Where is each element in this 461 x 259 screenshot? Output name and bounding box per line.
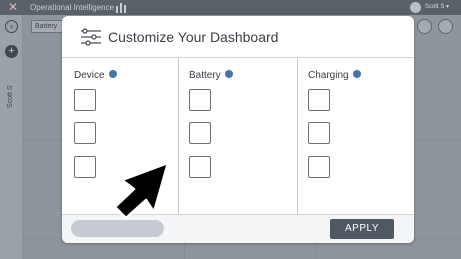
column-title: Charging <box>308 69 361 82</box>
column-device: Device <box>62 58 178 214</box>
checkbox[interactable] <box>189 89 211 111</box>
sidebar-user-label: Scott S <box>7 85 14 109</box>
sidebar: › + Scott S <box>0 15 23 259</box>
placeholder-button[interactable] <box>71 220 164 237</box>
checkbox[interactable] <box>189 156 211 178</box>
dialog-title: Customize Your Dashboard <box>108 29 279 45</box>
grid-divider <box>316 243 317 259</box>
column-title-label: Device <box>74 70 105 81</box>
user-name[interactable]: Scott S <box>425 3 444 12</box>
checkbox[interactable] <box>74 122 96 144</box>
chevron-down-icon[interactable]: ▾ <box>446 3 449 12</box>
close-icon[interactable]: ✕ <box>6 1 20 14</box>
column-title-label: Battery <box>189 70 221 81</box>
toolbar-icon-left[interactable] <box>417 19 432 34</box>
toolbar-icon-right[interactable] <box>438 19 453 34</box>
info-icon[interactable] <box>108 70 117 78</box>
apply-button[interactable]: APPLY <box>330 219 394 239</box>
info-icon[interactable] <box>352 70 361 78</box>
bar-chart-icon[interactable] <box>115 2 127 13</box>
checkbox[interactable] <box>74 89 96 111</box>
checkbox[interactable] <box>308 89 330 111</box>
top-bar: ✕ Operational Intelligence Scott S ▾ <box>0 0 461 15</box>
column-charging: Charging <box>296 58 414 214</box>
checkbox[interactable] <box>189 122 211 144</box>
grid-divider <box>184 243 185 259</box>
background-tab-battery[interactable]: Battery <box>31 20 65 33</box>
checkbox[interactable] <box>308 156 330 178</box>
collapse-sidebar-button[interactable]: › <box>5 20 18 33</box>
column-title: Device <box>74 69 117 82</box>
filter-list-icon <box>81 28 101 46</box>
dialog-header: Customize Your Dashboard <box>62 16 414 58</box>
avatar[interactable] <box>410 2 421 13</box>
app-title: Operational Intelligence <box>30 3 115 12</box>
checkbox[interactable] <box>74 156 96 178</box>
dialog-footer: APPLY <box>62 214 414 243</box>
column-title-label: Charging <box>308 70 349 81</box>
column-title: Battery <box>189 69 233 82</box>
add-button[interactable]: + <box>5 45 18 58</box>
info-icon[interactable] <box>224 70 233 78</box>
customize-dashboard-dialog: Customize Your Dashboard Device Battery … <box>62 16 414 243</box>
column-battery: Battery <box>177 58 297 214</box>
checkbox[interactable] <box>308 122 330 144</box>
